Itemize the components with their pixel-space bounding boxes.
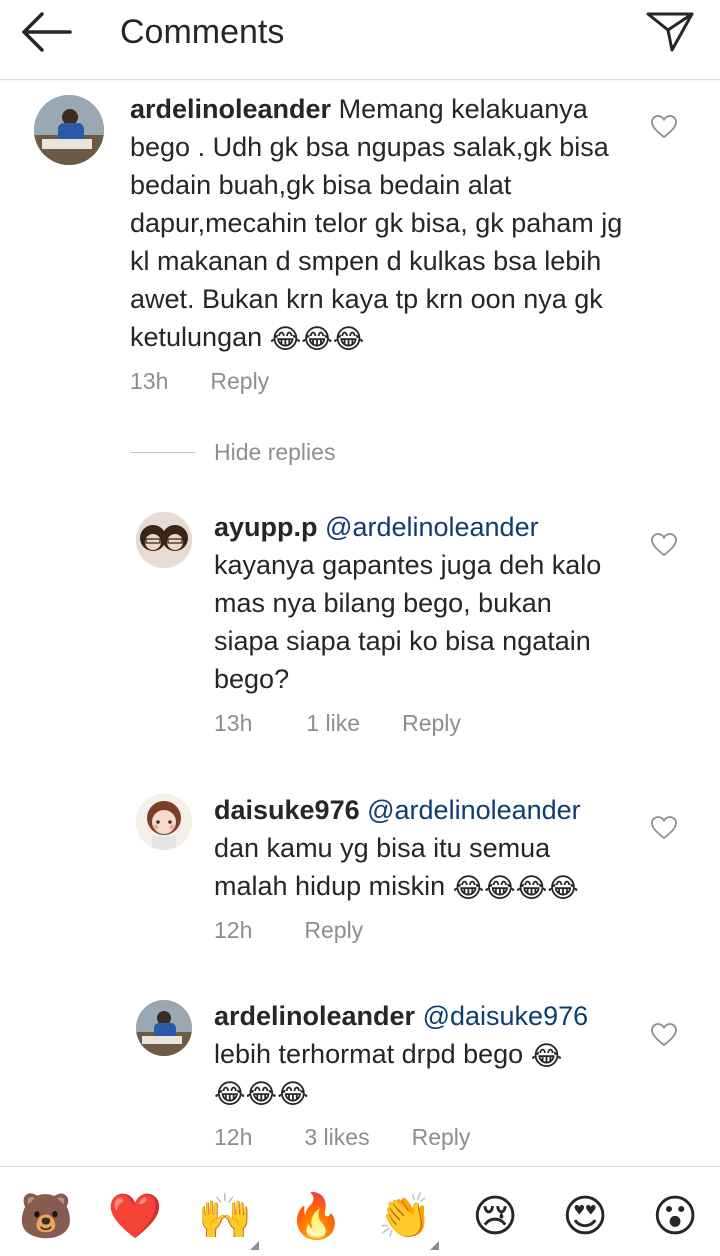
like-heart-icon[interactable]	[651, 816, 677, 840]
top-bar: Comments	[0, 0, 720, 80]
reply-button[interactable]: Reply	[210, 368, 269, 395]
likes-count[interactable]: 1 like	[306, 710, 360, 737]
comment-text: ardelinoleander Memang kelakuanya bego .…	[130, 90, 630, 356]
reply-username[interactable]: ardelinoleander	[214, 1001, 415, 1031]
reply-text: ayupp.p @ardelinoleander kayanya gapante…	[214, 508, 614, 698]
like-heart-icon[interactable]	[651, 1023, 677, 1047]
reply-meta: 12h Reply	[214, 917, 363, 944]
raising-hands-emoji-icon[interactable]: 🙌	[197, 1189, 253, 1245]
divider	[130, 452, 196, 453]
reply-time: 12h	[214, 917, 253, 943]
variant-indicator-icon	[430, 1241, 439, 1250]
bear-emoji-icon[interactable]: 🐻	[18, 1189, 74, 1245]
fire-emoji-icon[interactable]: 🔥	[288, 1189, 344, 1245]
reply-time: 13h	[214, 710, 253, 736]
reply-mention[interactable]: @ardelinoleander	[367, 795, 581, 825]
avatar[interactable]	[136, 794, 192, 850]
direct-send-icon[interactable]	[644, 8, 696, 56]
emoji-quick-bar: 🐻 ❤️ 🙌 🔥 👏 😢 😍 😮	[0, 1166, 720, 1256]
reply-body: kayanya gapantes juga deh kalo mas nya b…	[214, 550, 602, 694]
hide-replies-button[interactable]: Hide replies	[214, 439, 335, 466]
red-heart-emoji-icon[interactable]: ❤️	[107, 1189, 163, 1245]
reply-mention[interactable]: @ardelinoleander	[325, 512, 539, 542]
surprised-face-emoji-icon[interactable]: 😮	[647, 1189, 703, 1245]
comment-body: Memang kelakuanya bego . Udh gk bsa ngup…	[130, 94, 623, 352]
laughing-emoji-icon: 😂😂😂😂	[452, 873, 579, 903]
page-title: Comments	[120, 13, 285, 51]
reply-button[interactable]: Reply	[304, 917, 363, 944]
laughing-emoji-icon: 😂	[530, 1041, 563, 1071]
reply-mention[interactable]: @daisuke976	[423, 1001, 589, 1031]
reply-username[interactable]: daisuke976	[214, 795, 360, 825]
reply-button[interactable]: Reply	[402, 710, 461, 737]
comment-meta: 13h Reply	[130, 368, 269, 395]
reply-button[interactable]: Reply	[412, 1124, 471, 1151]
avatar[interactable]	[34, 95, 104, 165]
reply-body: lebih terhormat drpd bego	[214, 1039, 524, 1069]
reply-meta: 12h 3 likes Reply	[214, 1124, 470, 1151]
reply-text: daisuke976 @ardelinoleander dan kamu yg …	[214, 791, 614, 905]
reply-text: ardelinoleander @daisuke976 lebih terhor…	[214, 997, 614, 1111]
laughing-emoji-icon: 😂😂😂	[269, 324, 365, 354]
reply-meta: 13h 1 like Reply	[214, 710, 461, 737]
reply-username[interactable]: ayupp.p	[214, 512, 318, 542]
clapping-hands-emoji-icon[interactable]: 👏	[377, 1189, 433, 1245]
avatar[interactable]	[136, 1000, 192, 1056]
crying-face-emoji-icon[interactable]: 😢	[467, 1189, 523, 1245]
likes-count[interactable]: 3 likes	[304, 1124, 369, 1151]
avatar[interactable]	[136, 512, 192, 568]
comment-time: 13h	[130, 368, 169, 394]
comment-username[interactable]: ardelinoleander	[130, 94, 331, 124]
like-heart-icon[interactable]	[651, 533, 677, 557]
reply-time: 12h	[214, 1124, 253, 1150]
heart-eyes-emoji-icon[interactable]: 😍	[557, 1189, 613, 1245]
variant-indicator-icon	[250, 1241, 259, 1250]
like-heart-icon[interactable]	[651, 115, 677, 139]
back-arrow-icon[interactable]	[18, 10, 78, 54]
laughing-emoji-icon: 😂😂😂	[214, 1079, 309, 1109]
